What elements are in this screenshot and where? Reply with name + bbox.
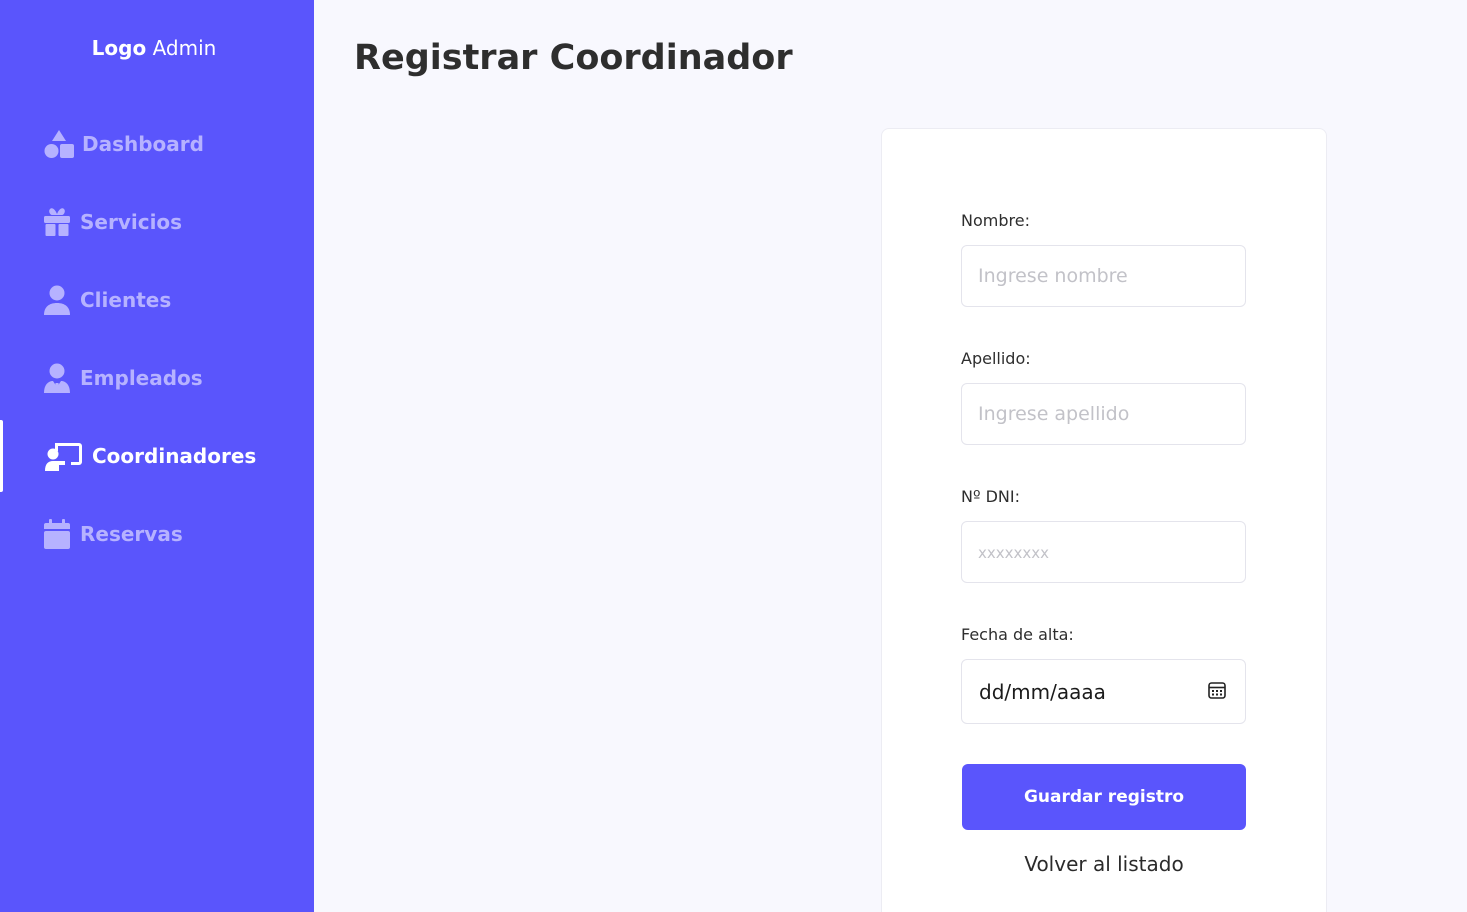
sidebar-item-empleados[interactable]: Empleados [0,346,314,410]
gift-icon [44,207,70,237]
logo[interactable]: Logo Admin [0,36,308,60]
sidebar-item-servicios[interactable]: Servicios [0,190,314,254]
chalkboard-user-icon [44,441,84,471]
logo-bold-text: Logo [91,36,147,60]
sidebar-item-clientes[interactable]: Clientes [0,268,314,332]
apellido-label: Apellido: [961,349,1031,368]
fecha-label: Fecha de alta: [961,625,1074,644]
shapes-icon [44,129,74,159]
user-tie-icon [44,363,70,393]
sidebar-item-label: Servicios [80,210,183,234]
calendar-icon [44,519,70,549]
user-icon [44,285,70,315]
sidebar-item-label: Empleados [80,366,203,390]
sidebar-item-coordinadores[interactable]: Coordinadores [0,424,314,488]
logo-rest-text: Admin [146,36,217,60]
page-title: Registrar Coordinador [354,38,793,78]
sidebar-item-dashboard[interactable]: Dashboard [0,112,314,176]
sidebar-item-label: Coordinadores [92,444,257,468]
sidebar: Logo Admin Dashboard Servicios Clientes … [0,0,314,912]
fecha-placeholder: dd/mm/aaaa [979,679,1106,704]
sidebar-item-reservas[interactable]: Reservas [0,502,314,566]
nombre-input[interactable] [961,245,1246,307]
dni-input[interactable] [961,521,1246,583]
sidebar-item-label: Clientes [80,288,172,312]
calendar-picker-icon[interactable] [1207,680,1227,704]
save-button[interactable]: Guardar registro [962,764,1246,830]
apellido-input[interactable] [961,383,1246,445]
sidebar-item-label: Dashboard [82,132,204,156]
back-to-list-link[interactable]: Volver al listado [962,852,1246,876]
nombre-label: Nombre: [961,211,1030,230]
sidebar-item-label: Reservas [80,522,183,546]
dni-label: Nº DNI: [961,487,1020,506]
fecha-input[interactable]: dd/mm/aaaa [961,659,1246,724]
